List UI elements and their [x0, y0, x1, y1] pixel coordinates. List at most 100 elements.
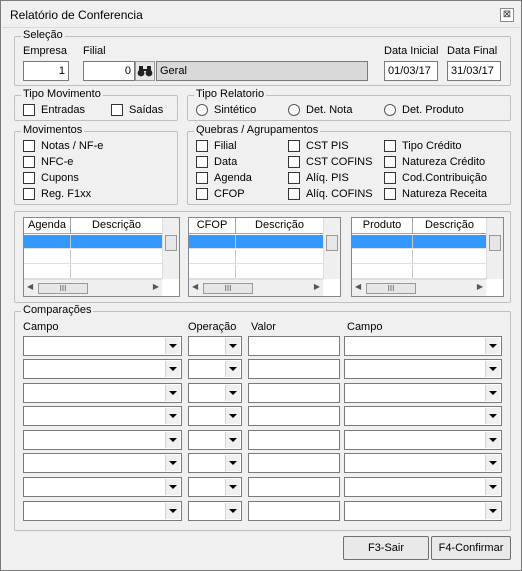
- chevron-down-icon[interactable]: [485, 385, 500, 401]
- chevron-down-icon[interactable]: [485, 361, 500, 377]
- scroll-thumb[interactable]: [489, 235, 501, 251]
- checkbox-box[interactable]: [23, 140, 35, 152]
- vertical-scrollbar[interactable]: [162, 218, 179, 279]
- chevron-down-icon[interactable]: [225, 432, 240, 448]
- chevron-down-icon[interactable]: [485, 479, 500, 495]
- campo-select[interactable]: [23, 383, 182, 403]
- campo2-select[interactable]: [344, 501, 502, 521]
- campo2-select[interactable]: [344, 453, 502, 473]
- chevron-down-icon[interactable]: [485, 432, 500, 448]
- sair-button[interactable]: F3-Sair: [343, 536, 429, 560]
- chevron-down-icon[interactable]: [225, 385, 240, 401]
- table-row[interactable]: [189, 235, 325, 249]
- operacao-select[interactable]: [188, 359, 242, 379]
- checkbox-box[interactable]: [384, 172, 396, 184]
- checkbox-box[interactable]: [384, 156, 396, 168]
- vertical-scrollbar[interactable]: [486, 218, 503, 279]
- sintetico-radio[interactable]: Sintético: [196, 104, 256, 116]
- close-icon[interactable]: ⊠: [500, 8, 514, 22]
- quebra-natureza-credito-checkbox[interactable]: Natureza Crédito: [384, 156, 485, 168]
- chevron-down-icon[interactable]: [225, 361, 240, 377]
- checkbox-box[interactable]: [23, 172, 35, 184]
- campo-select[interactable]: [23, 336, 182, 356]
- checkbox-box[interactable]: [23, 156, 35, 168]
- quebra-aliq-pis-checkbox[interactable]: Alíq. PIS: [288, 172, 349, 184]
- horizontal-scrollbar[interactable]: ◀ III ▶: [24, 279, 162, 296]
- campo2-select[interactable]: [344, 477, 502, 497]
- operacao-select[interactable]: [188, 336, 242, 356]
- chevron-down-icon[interactable]: [225, 455, 240, 471]
- chevron-down-icon[interactable]: [165, 432, 180, 448]
- scroll-left-icon[interactable]: ◀: [27, 282, 33, 291]
- checkbox-box[interactable]: [196, 156, 208, 168]
- chevron-down-icon[interactable]: [165, 408, 180, 424]
- radio-circle[interactable]: [196, 104, 208, 116]
- checkbox-box[interactable]: [111, 104, 123, 116]
- campo2-select[interactable]: [344, 406, 502, 426]
- empresa-input[interactable]: 1: [23, 61, 69, 81]
- checkbox-box[interactable]: [196, 188, 208, 200]
- descricao-col-header[interactable]: Descrição: [71, 218, 163, 233]
- produto-grid[interactable]: Produto Descrição ◀ III ▶: [351, 217, 504, 297]
- chevron-down-icon[interactable]: [225, 503, 240, 519]
- checkbox-box[interactable]: [384, 188, 396, 200]
- valor-input[interactable]: [248, 501, 340, 521]
- operacao-select[interactable]: [188, 453, 242, 473]
- scroll-right-icon[interactable]: ▶: [314, 282, 320, 291]
- checkbox-box[interactable]: [288, 140, 300, 152]
- horizontal-scrollbar[interactable]: ◀ III ▶: [352, 279, 486, 296]
- campo-select[interactable]: [23, 430, 182, 450]
- chevron-down-icon[interactable]: [165, 385, 180, 401]
- quebra-natureza-receita-checkbox[interactable]: Natureza Receita: [384, 188, 487, 200]
- scroll-thumb[interactable]: III: [366, 283, 416, 294]
- horizontal-scrollbar[interactable]: ◀ III ▶: [189, 279, 323, 296]
- scroll-thumb[interactable]: [165, 235, 177, 251]
- notas-checkbox[interactable]: Notas / NF-e: [23, 140, 103, 152]
- checkbox-box[interactable]: [288, 172, 300, 184]
- checkbox-box[interactable]: [23, 104, 35, 116]
- radio-circle[interactable]: [288, 104, 300, 116]
- quebra-cst-pis-checkbox[interactable]: CST PIS: [288, 140, 349, 152]
- table-row[interactable]: [189, 265, 325, 279]
- campo-select[interactable]: [23, 406, 182, 426]
- valor-input[interactable]: [248, 430, 340, 450]
- filial-input[interactable]: 0: [83, 61, 135, 81]
- agenda-col-header[interactable]: Agenda: [24, 218, 71, 233]
- scroll-thumb[interactable]: III: [38, 283, 88, 294]
- chevron-down-icon[interactable]: [485, 455, 500, 471]
- valor-input[interactable]: [248, 406, 340, 426]
- valor-input[interactable]: [248, 383, 340, 403]
- campo2-select[interactable]: [344, 336, 502, 356]
- valor-input[interactable]: [248, 477, 340, 497]
- campo2-select[interactable]: [344, 383, 502, 403]
- binoculars-icon[interactable]: [135, 61, 155, 81]
- campo-select[interactable]: [23, 477, 182, 497]
- checkbox-box[interactable]: [196, 172, 208, 184]
- data-inicial-input[interactable]: 01/03/17: [384, 61, 438, 81]
- nfce-checkbox[interactable]: NFC-e: [23, 156, 73, 168]
- cfop-col-header[interactable]: CFOP: [189, 218, 236, 233]
- chevron-down-icon[interactable]: [485, 503, 500, 519]
- table-row[interactable]: [24, 250, 164, 264]
- scroll-left-icon[interactable]: ◀: [192, 282, 198, 291]
- data-final-input[interactable]: 31/03/17: [447, 61, 501, 81]
- chevron-down-icon[interactable]: [225, 479, 240, 495]
- table-row[interactable]: [189, 250, 325, 264]
- chevron-down-icon[interactable]: [165, 479, 180, 495]
- chevron-down-icon[interactable]: [225, 338, 240, 354]
- entradas-checkbox[interactable]: Entradas: [23, 104, 85, 116]
- scroll-thumb[interactable]: [326, 235, 338, 251]
- chevron-down-icon[interactable]: [165, 503, 180, 519]
- det-produto-radio[interactable]: Det. Produto: [384, 104, 464, 116]
- chevron-down-icon[interactable]: [165, 338, 180, 354]
- quebra-cfop-checkbox[interactable]: CFOP: [196, 188, 245, 200]
- produto-col-header[interactable]: Produto: [352, 218, 413, 233]
- vertical-scrollbar[interactable]: [323, 218, 340, 279]
- checkbox-box[interactable]: [288, 188, 300, 200]
- radio-circle[interactable]: [384, 104, 396, 116]
- quebra-cst-cofins-checkbox[interactable]: CST COFINS: [288, 156, 372, 168]
- table-row[interactable]: [24, 265, 164, 279]
- chevron-down-icon[interactable]: [225, 408, 240, 424]
- campo-select[interactable]: [23, 359, 182, 379]
- campo-select[interactable]: [23, 501, 182, 521]
